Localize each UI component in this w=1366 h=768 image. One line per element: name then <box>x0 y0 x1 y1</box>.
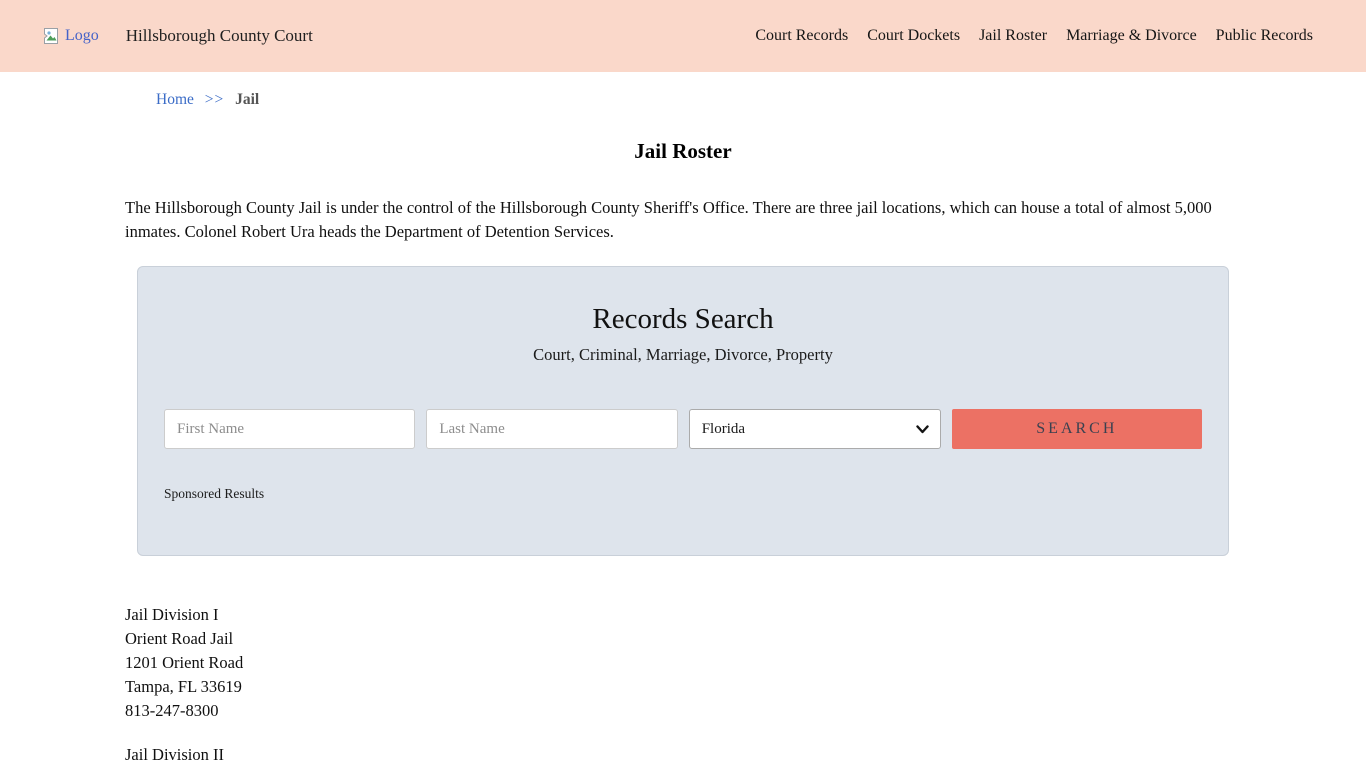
jail-division-1: Jail Division I Orient Road Jail 1201 Or… <box>125 603 1241 723</box>
last-name-input[interactable] <box>426 409 678 449</box>
page-title: Jail Roster <box>634 139 732 163</box>
search-form-row: Florida SEARCH <box>164 409 1202 449</box>
location-line: Jail Division I <box>125 605 219 624</box>
search-button[interactable]: SEARCH <box>951 409 1202 449</box>
location-line: Tampa, FL 33619 <box>125 677 242 696</box>
location-line: 1201 Orient Road <box>125 653 244 672</box>
logo[interactable]: Logo <box>40 27 99 45</box>
breadcrumb-current: Jail <box>235 91 260 108</box>
header: Logo Hillsborough County Court Court Rec… <box>0 0 1366 72</box>
breadcrumb-home-link[interactable]: Home <box>156 91 194 108</box>
jail-locations: Jail Division I Orient Road Jail 1201 Or… <box>125 603 1241 767</box>
location-line: Orient Road Jail <box>125 629 234 648</box>
nav-jail-roster[interactable]: Jail Roster <box>979 27 1047 45</box>
nav-marriage-divorce[interactable]: Marriage & Divorce <box>1066 27 1197 45</box>
breadcrumb: Home >> Jail <box>156 91 1366 109</box>
records-search-subtitle: Court, Criminal, Marriage, Divorce, Prop… <box>533 345 833 364</box>
nav-public-records[interactable]: Public Records <box>1216 27 1313 45</box>
main-nav: Court Records Court Dockets Jail Roster … <box>755 27 1313 45</box>
logo-alt-text: Logo <box>65 27 99 44</box>
site-title: Hillsborough County Court <box>125 26 313 45</box>
jail-division-2: Jail Division II <box>125 743 1241 767</box>
sponsored-results-label: Sponsored Results <box>164 486 265 501</box>
state-select-wrap: Florida <box>688 409 941 449</box>
state-select[interactable]: Florida <box>688 409 941 449</box>
location-line: Jail Division II <box>125 745 224 764</box>
records-search-title: Records Search <box>592 303 774 335</box>
nav-court-records[interactable]: Court Records <box>755 27 848 45</box>
nav-court-dockets[interactable]: Court Dockets <box>867 27 960 45</box>
broken-image-icon <box>40 27 60 45</box>
intro-paragraph: The Hillsborough County Jail is under th… <box>125 198 1212 241</box>
first-name-input[interactable] <box>164 409 416 449</box>
breadcrumb-separator: >> <box>204 91 225 108</box>
location-line: 813-247-8300 <box>125 701 219 720</box>
records-search-panel: Records Search Court, Criminal, Marriage… <box>137 266 1229 556</box>
